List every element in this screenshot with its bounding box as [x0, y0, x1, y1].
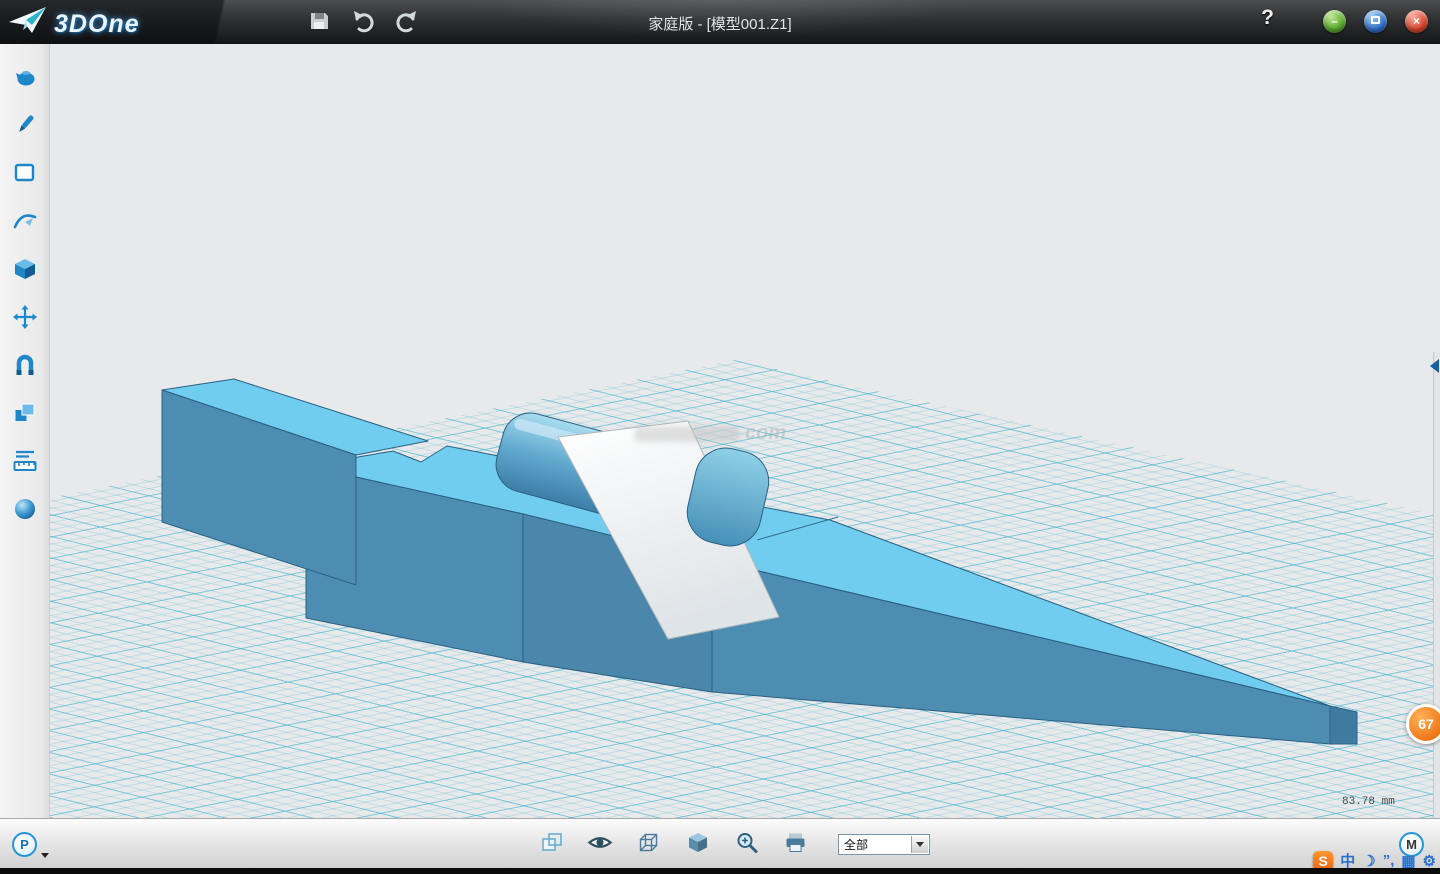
paper-plane-icon: [8, 4, 48, 45]
magnet-icon: [12, 352, 38, 381]
sidebar-item-solid-primitives[interactable]: [10, 257, 40, 283]
visibility-button[interactable]: [587, 831, 613, 857]
sketch-draw-icon: [12, 112, 38, 141]
title-bar: 3DOne: [0, 0, 1440, 44]
app-name: 3DOne: [54, 10, 140, 39]
print-button[interactable]: [783, 831, 809, 857]
view-plane-button[interactable]: [538, 831, 564, 857]
maximize-icon: [1371, 16, 1380, 24]
shaded-view-button[interactable]: [685, 831, 711, 857]
dropdown-arrow-icon[interactable]: [911, 836, 928, 853]
eye-icon: [587, 834, 613, 854]
help-button[interactable]: ?: [1261, 6, 1274, 30]
sketch-edit-icon: [12, 208, 38, 237]
move-arrows-icon: [12, 304, 38, 333]
ruler-icon: [12, 448, 38, 477]
ime-tools-icon[interactable]: ⚙: [1423, 852, 1436, 870]
sidebar-item-model-library[interactable]: [10, 65, 40, 91]
minimize-icon: –: [1331, 14, 1338, 28]
cube-icon: [12, 256, 38, 285]
floating-service-badge[interactable]: 67: [1406, 704, 1440, 744]
watermark-blur: [635, 426, 740, 442]
display-filter-value: 全部: [839, 836, 868, 853]
panel-expand-arrow-icon[interactable]: [1430, 359, 1439, 373]
hull-front-nose[interactable]: [712, 560, 1330, 744]
ime-keyboard-icon[interactable]: ▦: [1401, 852, 1415, 870]
undo-icon: [351, 21, 375, 36]
sidebar-item-combine[interactable]: [10, 401, 40, 427]
properties-caret-icon[interactable]: [41, 853, 49, 858]
sidebar-item-assembly[interactable]: [10, 353, 40, 379]
window-title: 家庭版 - [模型001.Z1]: [0, 13, 1440, 34]
window-controls: – ×: [1323, 10, 1428, 33]
collapsed-panel-strip[interactable]: [1433, 352, 1440, 818]
hull-tip-face[interactable]: [1330, 706, 1357, 744]
sidebar-item-sketch-edit[interactable]: [10, 209, 40, 235]
save-icon: [307, 21, 331, 36]
maximize-button[interactable]: [1364, 10, 1387, 33]
status-bar: P: [0, 818, 1440, 868]
close-icon: ×: [1413, 14, 1420, 28]
wireframe-cube-icon: [637, 831, 661, 858]
dimension-readout: 83.78 mm: [1342, 796, 1395, 808]
ime-punctuation-icon[interactable]: ”,: [1383, 852, 1395, 869]
view-plane-icon: [539, 831, 564, 858]
redo-button[interactable]: [394, 9, 420, 35]
shaded-cube-icon: [686, 831, 710, 858]
undo-button[interactable]: [350, 9, 376, 35]
sidebar-item-transform[interactable]: [10, 305, 40, 331]
sidebar-item-sketch-shape[interactable]: [10, 161, 40, 187]
properties-button[interactable]: P: [12, 832, 37, 857]
app-logo: 3DOne: [8, 4, 140, 45]
sidebar-item-sketch-draw[interactable]: [10, 113, 40, 139]
view-toolbar: 全部: [538, 819, 930, 869]
watermark: com: [635, 422, 786, 445]
wireframe-view-button[interactable]: [636, 831, 662, 857]
sketch-shape-icon: [12, 160, 38, 189]
sidebar-item-measure[interactable]: [10, 449, 40, 475]
combine-boxes-icon: [12, 400, 38, 429]
magnifier-icon: [735, 831, 759, 858]
close-button[interactable]: ×: [1405, 10, 1428, 33]
printer-icon: [784, 831, 808, 858]
minimize-button[interactable]: –: [1323, 10, 1346, 33]
redo-icon: [395, 21, 419, 36]
bottom-black-bar: [0, 868, 1440, 874]
zoom-button[interactable]: [734, 831, 760, 857]
display-filter-select[interactable]: 全部: [838, 834, 930, 855]
sidebar-item-material[interactable]: [10, 497, 40, 523]
save-button[interactable]: [306, 9, 332, 35]
left-toolbar: [0, 44, 50, 818]
viewport[interactable]: com: [50, 44, 1440, 818]
ime-moon-icon[interactable]: ☽: [1362, 852, 1375, 870]
model-library-icon: [12, 64, 38, 93]
sphere-icon: [12, 496, 38, 525]
